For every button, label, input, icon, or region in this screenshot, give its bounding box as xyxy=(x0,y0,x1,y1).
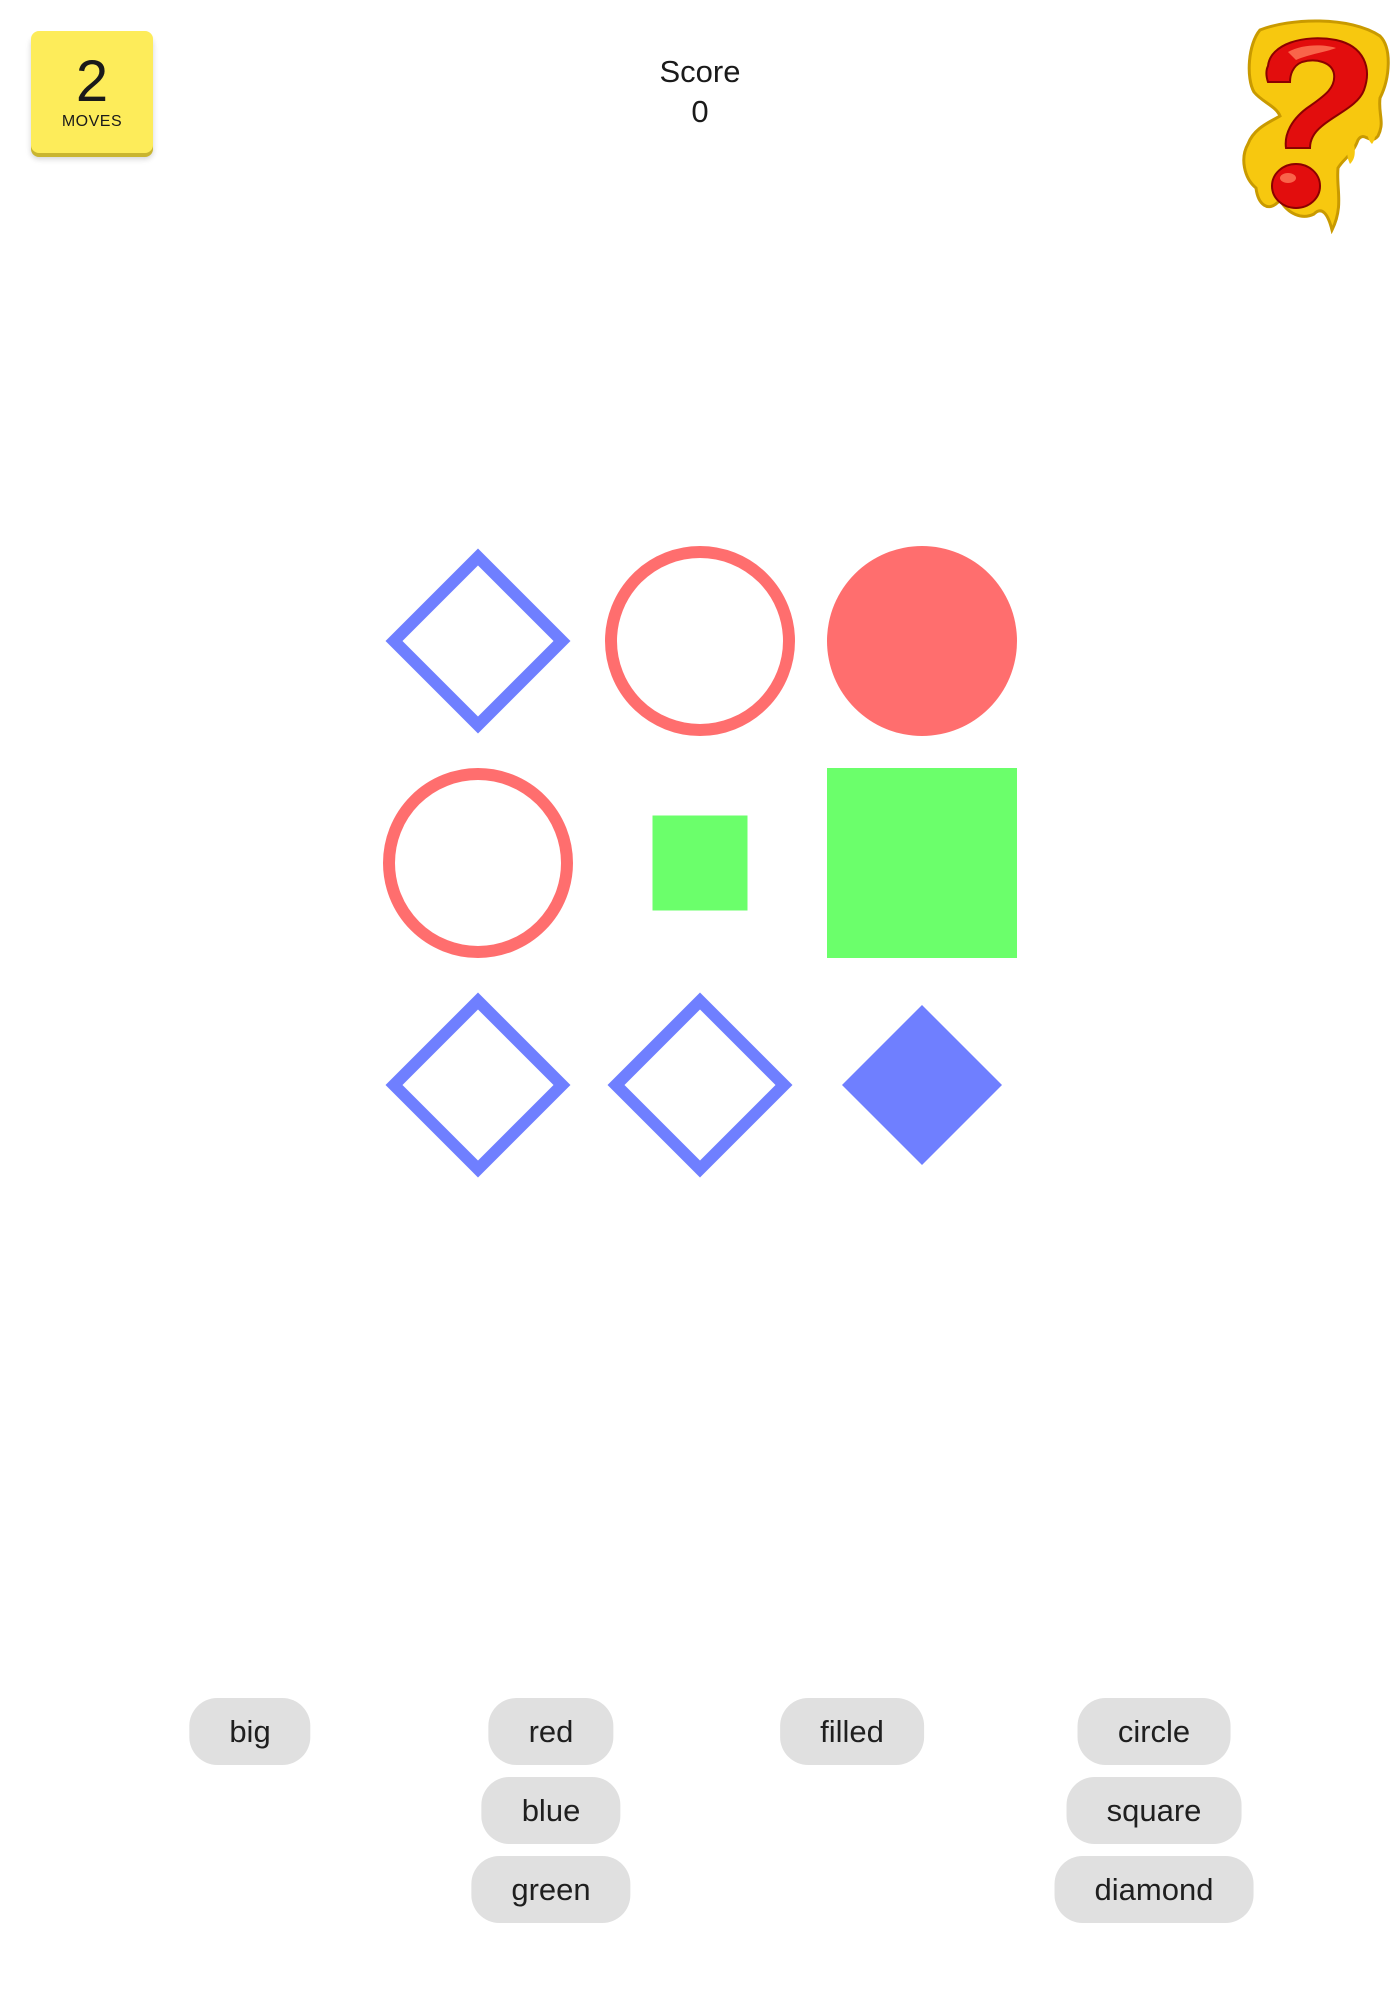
chip-big[interactable]: big xyxy=(189,1698,311,1765)
moves-count: 2 xyxy=(75,49,109,114)
outline-blue-diamond-shape xyxy=(385,548,571,734)
chip-circle[interactable]: circle xyxy=(1077,1698,1231,1765)
property-group-shape: circle square diamond xyxy=(1054,1698,1254,1923)
grid-cell-0-1[interactable] xyxy=(600,541,800,741)
score-value: 0 xyxy=(691,94,709,129)
filled-blue-diamond-shape xyxy=(842,1005,1002,1165)
chip-green[interactable]: green xyxy=(471,1856,631,1923)
question-mark-icon[interactable] xyxy=(1240,18,1390,234)
grid-cell-0-0[interactable] xyxy=(378,541,578,741)
chip-red[interactable]: red xyxy=(488,1698,614,1765)
property-group-size: big xyxy=(189,1698,311,1765)
chip-filled[interactable]: filled xyxy=(780,1698,924,1765)
grid-cell-0-2[interactable] xyxy=(822,541,1022,741)
chip-blue[interactable]: blue xyxy=(481,1777,621,1844)
grid-cell-1-2[interactable] xyxy=(822,763,1022,963)
grid-cell-2-1[interactable] xyxy=(600,985,800,1185)
moves-counter: 2 MOVES xyxy=(31,31,153,153)
property-group-color: red blue green xyxy=(471,1698,631,1923)
outline-blue-diamond-shape xyxy=(385,992,571,1178)
moves-label: MOVES xyxy=(61,113,123,130)
chip-square[interactable]: square xyxy=(1066,1777,1242,1844)
outline-red-circle-shape xyxy=(605,546,795,736)
property-group-fill: filled xyxy=(780,1698,924,1765)
grid-cell-1-1[interactable] xyxy=(600,763,800,963)
outline-blue-diamond-shape xyxy=(607,992,793,1178)
grid-cell-2-0[interactable] xyxy=(378,985,578,1185)
filled-green-square-shape xyxy=(652,815,748,911)
grid-cell-2-2[interactable] xyxy=(822,985,1022,1185)
outline-red-circle-shape xyxy=(383,768,573,958)
score-display: Score 0 xyxy=(600,52,800,132)
grid-cell-1-0[interactable] xyxy=(378,763,578,963)
filled-green-square-shape xyxy=(827,768,1017,958)
filled-red-circle-shape xyxy=(827,546,1017,736)
score-label: Score xyxy=(659,54,741,89)
chip-diamond[interactable]: diamond xyxy=(1054,1856,1254,1923)
